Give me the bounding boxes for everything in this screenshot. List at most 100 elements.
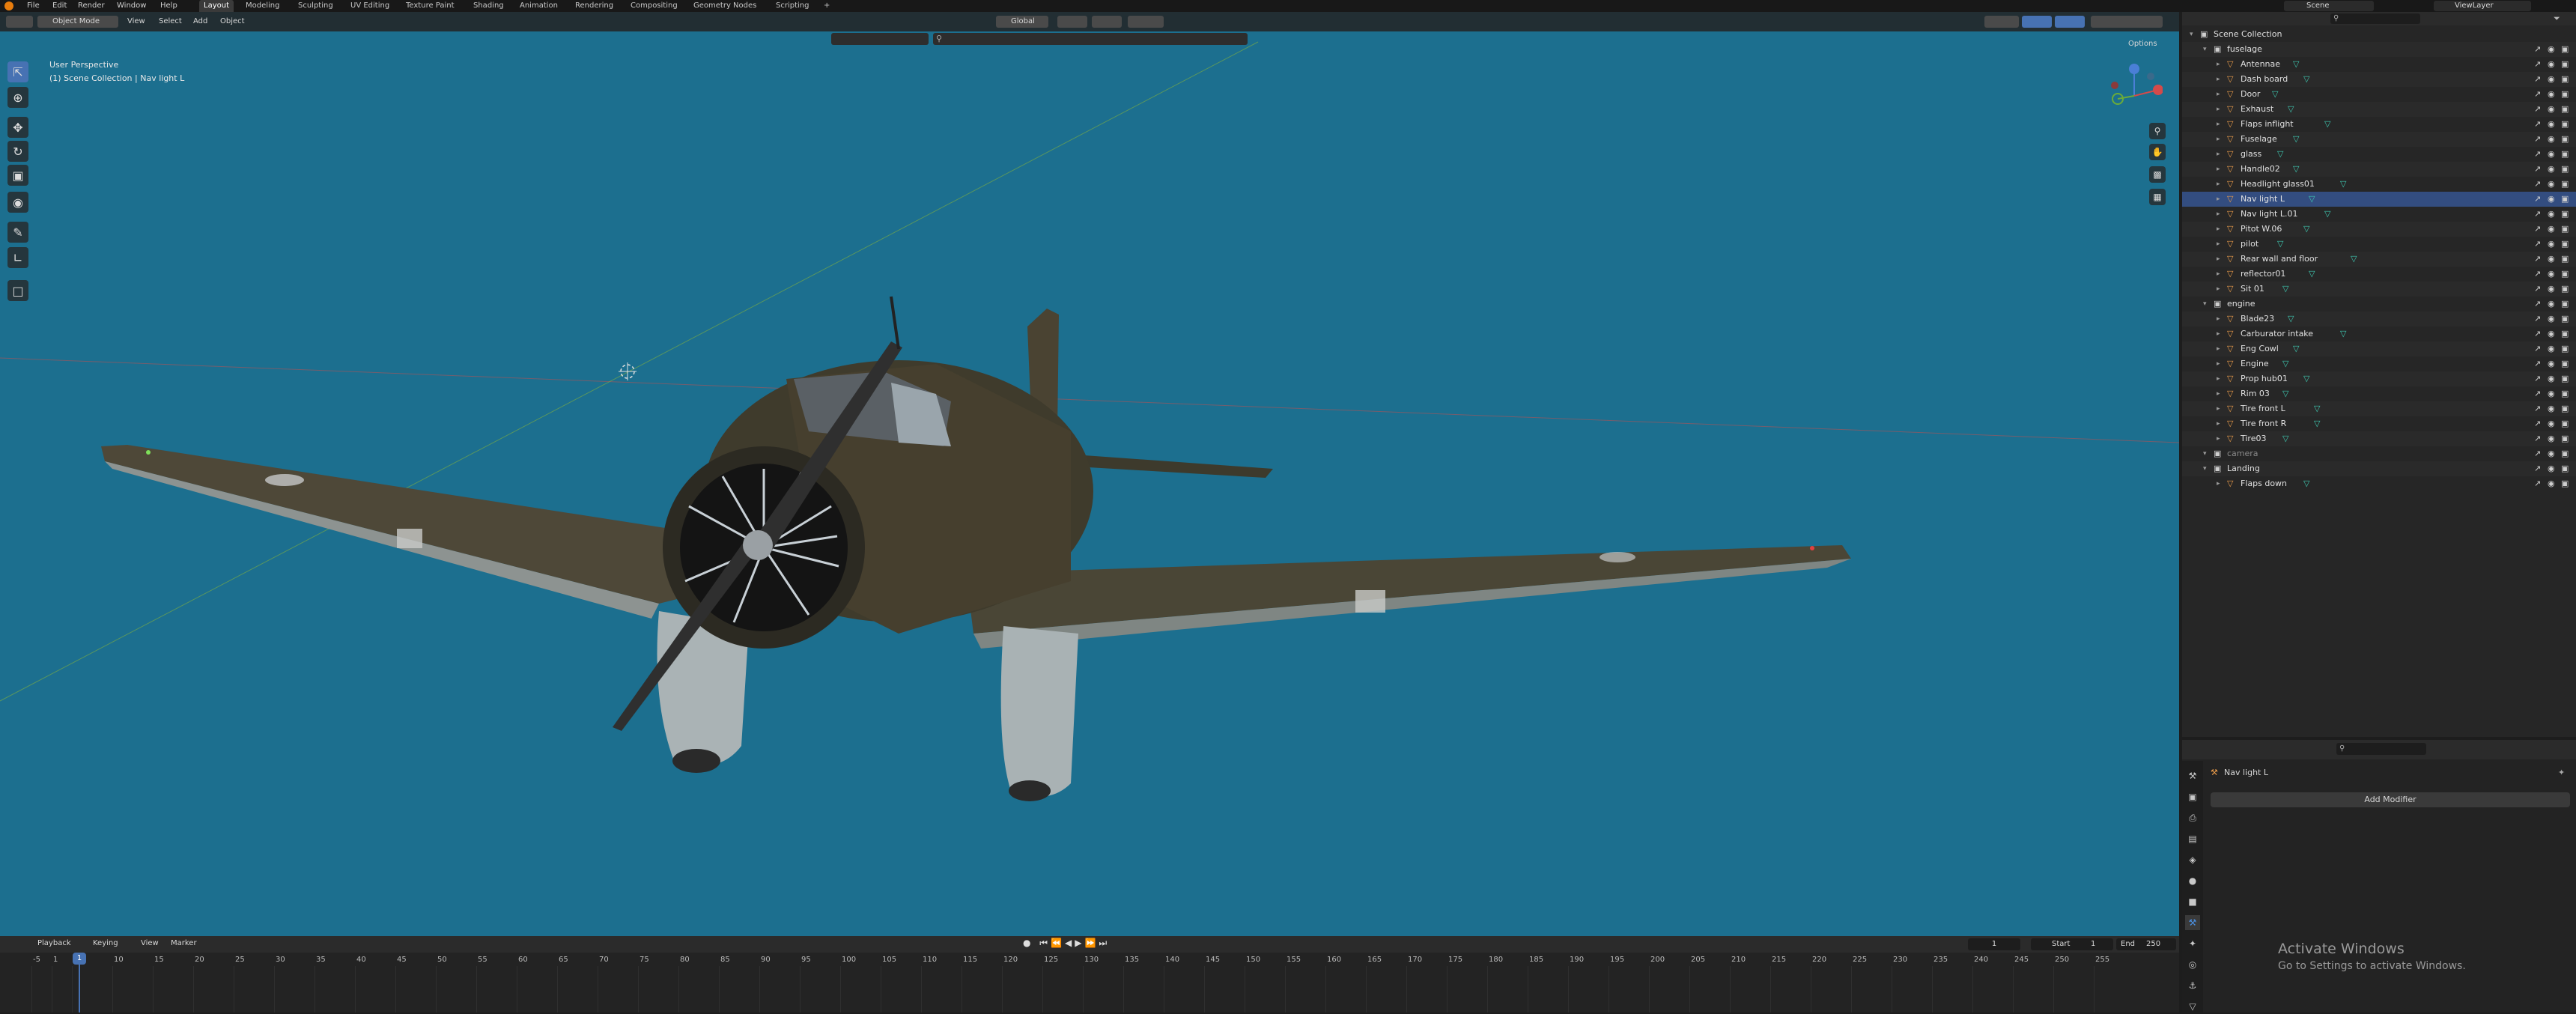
select-toggle-icon[interactable]: ↗ — [2534, 252, 2541, 267]
menu-edit[interactable]: Edit — [52, 0, 67, 12]
select-toggle-icon[interactable]: ↗ — [2534, 371, 2541, 386]
tool-tab-icon[interactable]: ⚒ — [2185, 768, 2200, 783]
annotate-tool-icon[interactable]: ✎ — [7, 222, 28, 243]
scene-selector[interactable]: Scene — [2284, 1, 2374, 11]
visibility-eye-icon[interactable]: ◉ — [2548, 267, 2555, 282]
render-camera-icon[interactable]: ▣ — [2561, 192, 2569, 207]
render-camera-icon[interactable]: ▣ — [2561, 401, 2569, 416]
mesh-data-icon[interactable]: ▽ — [2277, 237, 2283, 252]
menu-view[interactable]: View — [127, 12, 145, 31]
visibility-eye-icon[interactable]: ◉ — [2548, 237, 2555, 252]
view-layer-tab-icon[interactable]: ▤ — [2185, 831, 2200, 846]
mesh-data-icon[interactable]: ▽ — [2277, 147, 2283, 162]
render-camera-icon[interactable]: ▣ — [2561, 446, 2569, 461]
playhead-marker[interactable]: 1 — [73, 953, 86, 965]
outliner-object-row[interactable]: ▸ ▽ Flaps inflight ▽ ↗ ◉ ▣ — [2182, 117, 2576, 132]
visibility-eye-icon[interactable]: ◉ — [2548, 42, 2555, 57]
select-toggle-icon[interactable]: ↗ — [2534, 312, 2541, 327]
expand-arrow-icon[interactable]: ▸ — [2217, 416, 2220, 431]
tab-shading[interactable]: Shading — [469, 0, 508, 12]
orientation-dropdown[interactable]: Global — [996, 16, 1048, 28]
render-camera-icon[interactable]: ▣ — [2561, 207, 2569, 222]
pivot-dropdown[interactable] — [1057, 16, 1087, 28]
visibility-eye-icon[interactable]: ◉ — [2548, 132, 2555, 147]
visibility-eye-icon[interactable]: ◉ — [2548, 102, 2555, 117]
expand-arrow-icon[interactable]: ▸ — [2217, 207, 2220, 222]
outliner-object-row[interactable]: ▸ ▽ Tire front L ▽ ↗ ◉ ▣ — [2182, 401, 2576, 416]
expand-arrow-icon[interactable]: ▸ — [2217, 237, 2220, 252]
expand-arrow-icon[interactable]: ▸ — [2217, 72, 2220, 87]
outliner-search-input[interactable]: ⚲ — [2330, 13, 2420, 24]
snap-toggle[interactable] — [1092, 16, 1122, 28]
outliner-collection-row[interactable]: ▾ ▣ Landing ↗ ◉ ▣ — [2182, 461, 2576, 476]
visibility-eye-icon[interactable]: ◉ — [2548, 431, 2555, 446]
overlay-toggle[interactable] — [2055, 16, 2085, 28]
outliner-object-row[interactable]: ▸ ▽ Carburator intake ▽ ↗ ◉ ▣ — [2182, 327, 2576, 341]
outliner-collection-row[interactable]: ▾ ▣ engine ↗ ◉ ▣ — [2182, 297, 2576, 312]
expand-arrow-icon[interactable]: ▸ — [2217, 401, 2220, 416]
outliner-object-row[interactable]: ▸ ▽ Tire front R ▽ ↗ ◉ ▣ — [2182, 416, 2576, 431]
outliner-object-row[interactable]: ▸ ▽ Pitot W.06 ▽ ↗ ◉ ▣ — [2182, 222, 2576, 237]
expand-arrow-icon[interactable]: ▾ — [2203, 42, 2207, 57]
render-camera-icon[interactable]: ▣ — [2561, 102, 2569, 117]
visibility-eye-icon[interactable]: ◉ — [2548, 207, 2555, 222]
measure-tool-icon[interactable]: ∟ — [7, 247, 28, 268]
mesh-data-icon[interactable]: ▽ — [2340, 177, 2346, 192]
visibility-eye-icon[interactable]: ◉ — [2548, 476, 2555, 491]
expand-arrow-icon[interactable]: ▸ — [2217, 431, 2220, 446]
menu-playback[interactable]: Playback — [37, 939, 71, 947]
visibility-eye-icon[interactable]: ◉ — [2548, 162, 2555, 177]
editor-type-button[interactable] — [6, 16, 33, 28]
tab-modeling[interactable]: Modeling — [241, 0, 285, 12]
render-tab-icon[interactable]: ▣ — [2185, 789, 2200, 804]
visibility-eye-icon[interactable]: ◉ — [2548, 117, 2555, 132]
select-toggle-icon[interactable]: ↗ — [2534, 386, 2541, 401]
outliner-object-row[interactable]: ▸ ▽ Rear wall and floor ▽ ↗ ◉ ▣ — [2182, 252, 2576, 267]
outliner-object-row[interactable]: ▸ ▽ Tire03 ▽ ↗ ◉ ▣ — [2182, 431, 2576, 446]
render-camera-icon[interactable]: ▣ — [2561, 177, 2569, 192]
expand-arrow-icon[interactable]: ▸ — [2217, 147, 2220, 162]
select-toggle-icon[interactable]: ↗ — [2534, 476, 2541, 491]
modifier-tab-icon[interactable]: ⚒ — [2185, 915, 2200, 930]
outliner-object-row[interactable]: ▸ ▽ Blade23 ▽ ↗ ◉ ▣ — [2182, 312, 2576, 327]
shading-mode-buttons[interactable] — [2091, 16, 2163, 28]
proportional-edit-toggle[interactable] — [1128, 16, 1164, 28]
select-toggle-icon[interactable]: ↗ — [2534, 57, 2541, 72]
select-toggle-icon[interactable]: ↗ — [2534, 327, 2541, 341]
outliner-object-row[interactable]: ▸ ▽ Headlight glass01 ▽ ↗ ◉ ▣ — [2182, 177, 2576, 192]
visibility-eye-icon[interactable]: ◉ — [2548, 297, 2555, 312]
render-camera-icon[interactable]: ▣ — [2561, 222, 2569, 237]
select-toggle-icon[interactable]: ↗ — [2534, 72, 2541, 87]
world-tab-icon[interactable]: ● — [2185, 873, 2200, 888]
mesh-data-icon[interactable]: ▽ — [2324, 117, 2330, 132]
tab-geometry-nodes[interactable]: Geometry Nodes — [689, 0, 761, 12]
cursor-tool-icon[interactable]: ⊕ — [7, 87, 28, 108]
mesh-data-icon[interactable]: ▽ — [2324, 207, 2330, 222]
mesh-data-icon[interactable]: ▽ — [2303, 222, 2309, 237]
select-toggle-icon[interactable]: ↗ — [2534, 117, 2541, 132]
outliner-object-row[interactable]: ▸ ▽ Handle02 ▽ ↗ ◉ ▣ — [2182, 162, 2576, 177]
select-toggle-icon[interactable]: ↗ — [2534, 87, 2541, 102]
mesh-data-icon[interactable]: ▽ — [2303, 476, 2309, 491]
expand-arrow-icon[interactable]: ▸ — [2217, 476, 2220, 491]
render-camera-icon[interactable]: ▣ — [2561, 117, 2569, 132]
render-camera-icon[interactable]: ▣ — [2561, 341, 2569, 356]
select-toggle-icon[interactable]: ↗ — [2534, 222, 2541, 237]
expand-arrow-icon[interactable]: ▸ — [2217, 132, 2220, 147]
outliner-object-row[interactable]: ▸ ▽ Nav light L ▽ ↗ ◉ ▣ — [2182, 192, 2576, 207]
expand-arrow-icon[interactable]: ▸ — [2217, 87, 2220, 102]
expand-arrow-icon[interactable]: ▸ — [2217, 117, 2220, 132]
outliner-object-row[interactable]: ▸ ▽ Antennae ▽ ↗ ◉ ▣ — [2182, 57, 2576, 72]
mesh-data-icon[interactable]: ▽ — [2309, 267, 2315, 282]
menu-render[interactable]: Render — [78, 0, 105, 12]
render-camera-icon[interactable]: ▣ — [2561, 312, 2569, 327]
select-toggle-icon[interactable]: ↗ — [2534, 42, 2541, 57]
select-toggle-icon[interactable]: ↗ — [2534, 132, 2541, 147]
render-camera-icon[interactable]: ▣ — [2561, 132, 2569, 147]
camera-view-icon[interactable]: ▩ — [2149, 166, 2166, 183]
physics-tab-icon[interactable]: ◎ — [2185, 957, 2200, 972]
scene-tab-icon[interactable]: ◈ — [2185, 852, 2200, 867]
visibility-eye-icon[interactable]: ◉ — [2548, 461, 2555, 476]
expand-arrow-icon[interactable]: ▾ — [2203, 446, 2207, 461]
rotate-tool-icon[interactable]: ↻ — [7, 141, 28, 162]
